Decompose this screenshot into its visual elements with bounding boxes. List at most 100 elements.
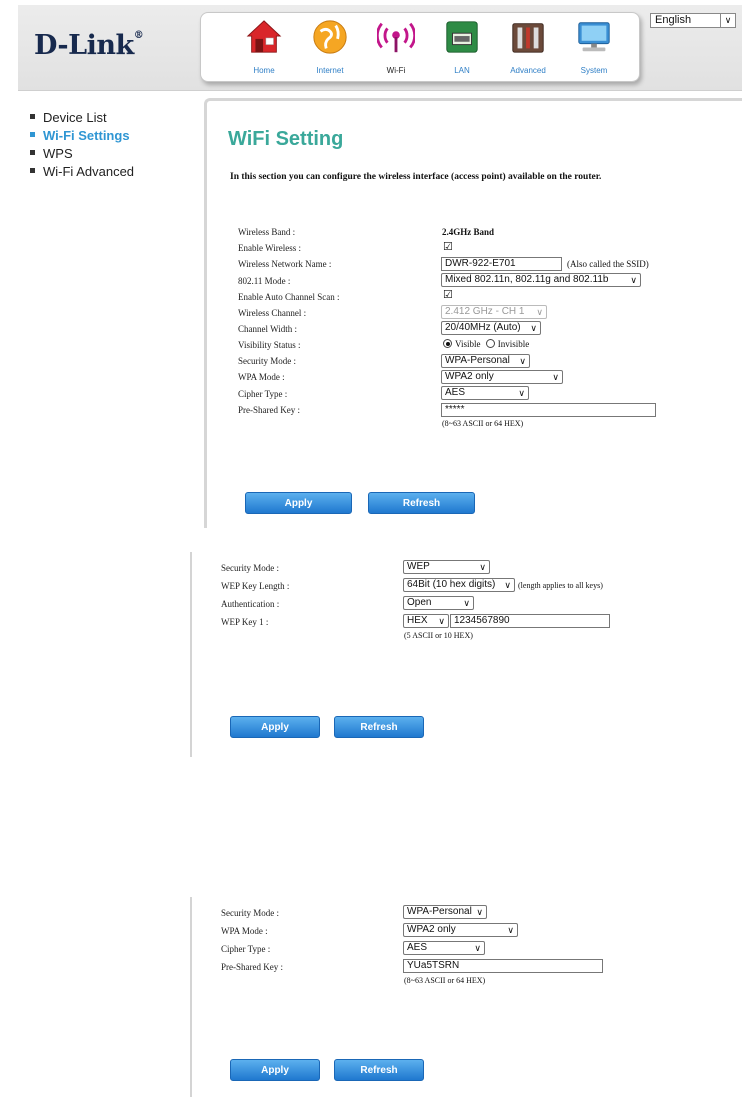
label-auto-channel: Enable Auto Channel Scan : xyxy=(238,292,340,302)
nav-wifi[interactable]: Wi-Fi xyxy=(365,15,427,81)
wpa-label-cipher: Cipher Type : xyxy=(221,944,271,954)
sidebar-item-label: Device List xyxy=(43,110,107,125)
ssid-note: (Also called the SSID) xyxy=(567,259,649,269)
visible-label: Visible xyxy=(455,339,481,349)
chevron-down-icon: ∨ xyxy=(519,356,526,366)
wpa-apply-button[interactable]: Apply xyxy=(230,1059,320,1081)
wireless-band-value: 2.4GHz Band xyxy=(442,227,495,237)
channel-width-select[interactable]: 20/40MHz (Auto) ∨ xyxy=(441,321,541,335)
cipher-type-select[interactable]: AES ∨ xyxy=(441,386,529,400)
radio-off-icon xyxy=(485,339,495,349)
wep-refresh-button[interactable]: Refresh xyxy=(334,716,424,738)
wep-key-format-select[interactable]: HEX ∨ xyxy=(403,614,449,628)
wpa-cipher-type-select[interactable]: AES ∨ xyxy=(403,941,485,955)
channel-value: 2.412 GHz - CH 1 xyxy=(445,306,525,317)
wpa-refresh-button[interactable]: Refresh xyxy=(334,1059,424,1081)
psk-note: (8~63 ASCII or 64 HEX) xyxy=(442,419,524,428)
chevron-down-icon: ∨ xyxy=(479,562,486,572)
nav-wifi-label: Wi-Fi xyxy=(386,66,406,75)
label-channel-width: Channel Width : xyxy=(238,324,297,334)
sidebar-item-device-list[interactable]: Device List xyxy=(30,110,107,125)
home-icon xyxy=(246,20,282,53)
bullet-icon xyxy=(30,114,35,120)
chevron-down-icon: ∨ xyxy=(438,616,445,626)
wpa-security-mode-select[interactable]: WPA-Personal ∨ xyxy=(403,905,487,919)
monitor-icon xyxy=(578,22,610,52)
nav-advanced[interactable]: Advanced xyxy=(497,15,559,81)
ssid-input[interactable]: DWR-922-E701 xyxy=(441,257,562,271)
nav-lan-label: LAN xyxy=(454,66,470,75)
enable-wireless-checkbox[interactable]: ☑ xyxy=(443,242,453,253)
chevron-down-icon: ∨ xyxy=(630,275,637,285)
nav-system[interactable]: System xyxy=(563,15,625,81)
bullet-icon xyxy=(30,150,35,156)
chevron-down-icon: ∨ xyxy=(474,943,481,953)
chevron-down-icon: ∨ xyxy=(518,388,525,398)
wpa-mode-select-2[interactable]: WPA2 only ∨ xyxy=(403,923,518,937)
wpa-security-mode-value: WPA-Personal xyxy=(407,906,472,917)
label-80211-mode: 802.11 Mode : xyxy=(238,276,291,286)
channel-width-value: 20/40MHz (Auto) xyxy=(445,322,521,333)
security-mode-value: WPA-Personal xyxy=(445,355,510,366)
chevron-down-icon: ∨ xyxy=(536,307,543,317)
globe-icon xyxy=(313,20,347,54)
page-intro: In this section you can configure the wi… xyxy=(230,172,602,182)
visible-radio[interactable]: Visible xyxy=(443,339,480,349)
channel-select[interactable]: 2.412 GHz - CH 1 ∨ xyxy=(441,305,547,319)
nav-internet-label: Internet xyxy=(316,66,344,75)
80211-mode-value: Mixed 802.11n, 802.11g and 802.11b xyxy=(445,274,609,285)
top-nav: Home Internet Wi-Fi LAN Advanced System xyxy=(200,12,640,82)
sidebar-item-wps[interactable]: WPS xyxy=(30,146,73,161)
nav-advanced-label: Advanced xyxy=(510,66,546,75)
wpa-label-wpa-mode: WPA Mode : xyxy=(221,926,268,936)
wep-authentication-select[interactable]: Open ∨ xyxy=(403,596,474,610)
nav-lan[interactable]: LAN xyxy=(431,15,493,81)
wpa-mode-value: WPA2 only xyxy=(445,371,494,382)
wep-security-mode-select[interactable]: WEP ∨ xyxy=(403,560,490,574)
wpa-mode-value-2: WPA2 only xyxy=(407,924,456,935)
page-title: WiFi Setting xyxy=(228,128,344,150)
label-wpa-mode: WPA Mode : xyxy=(238,372,285,382)
bullet-icon xyxy=(30,132,35,138)
wpa-psk-note: (8~63 ASCII or 64 HEX) xyxy=(404,976,486,985)
cipher-type-value: AES xyxy=(445,387,466,398)
wpa-label-psk: Pre-Shared Key : xyxy=(221,962,283,972)
language-select[interactable]: English ∨ xyxy=(650,13,736,28)
auto-channel-checkbox[interactable]: ☑ xyxy=(443,290,453,301)
wpa-psk-input[interactable]: YUa5TSRN xyxy=(403,959,603,973)
wep-apply-button[interactable]: Apply xyxy=(230,716,320,738)
chevron-down-icon: ∨ xyxy=(552,372,559,382)
wep-key-length-select[interactable]: 64Bit (10 hex digits) ∨ xyxy=(403,578,515,592)
psk-input[interactable]: ***** xyxy=(441,403,656,417)
label-wireless-band: Wireless Band : xyxy=(238,227,296,237)
chevron-down-icon: ∨ xyxy=(530,323,537,333)
sidebar-item-wifi-advanced[interactable]: Wi-Fi Advanced xyxy=(30,164,134,179)
label-visibility: Visibility Status : xyxy=(238,340,301,350)
chevron-down-icon: ∨ xyxy=(476,907,483,917)
visibility-radio-group: Visible Invisible xyxy=(443,339,529,349)
nav-home[interactable]: Home xyxy=(233,15,295,81)
wep-authentication-value: Open xyxy=(407,597,432,608)
nav-home-label: Home xyxy=(253,66,275,75)
radio-on-icon xyxy=(443,339,452,349)
refresh-button[interactable]: Refresh xyxy=(368,492,475,514)
wep-label-security-mode: Security Mode : xyxy=(221,563,279,573)
wep-security-mode-value: WEP xyxy=(407,561,430,572)
sidebar-item-wifi-settings[interactable]: Wi-Fi Settings xyxy=(30,128,130,143)
apply-button[interactable]: Apply xyxy=(245,492,352,514)
wep-key-format-value: HEX xyxy=(407,615,428,626)
invisible-label: Invisible xyxy=(497,339,530,349)
bullet-icon xyxy=(30,168,35,174)
wep-key1-input[interactable]: 1234567890 xyxy=(450,614,610,628)
80211-mode-select[interactable]: Mixed 802.11n, 802.11g and 802.11b ∨ xyxy=(441,273,641,287)
label-channel: Wireless Channel : xyxy=(238,308,307,318)
nav-internet[interactable]: Internet xyxy=(299,15,361,81)
invisible-radio[interactable]: Invisible xyxy=(483,339,530,349)
wpa-mode-select[interactable]: WPA2 only ∨ xyxy=(441,370,563,384)
security-mode-select[interactable]: WPA-Personal ∨ xyxy=(441,354,530,368)
wpa-cipher-type-value: AES xyxy=(407,942,428,953)
chevron-down-icon: ∨ xyxy=(507,925,514,935)
wep-key1-note: (5 ASCII or 10 HEX) xyxy=(404,631,473,640)
sidebar-item-label: WPS xyxy=(43,146,73,161)
dlink-logo[interactable]: D-Link® xyxy=(34,30,144,61)
